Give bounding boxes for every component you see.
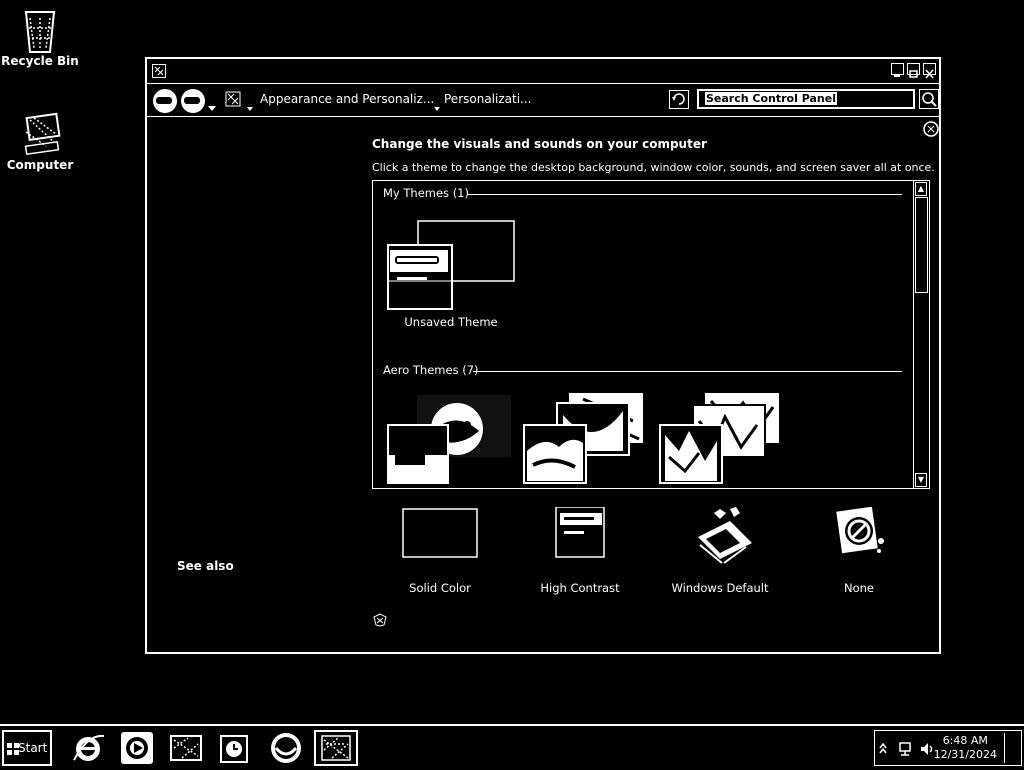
volume-icon[interactable] bbox=[919, 741, 935, 761]
theme-list-scrollbar[interactable]: ▲ ▼ bbox=[913, 181, 929, 488]
personalization-window: Appearance and Personaliz... Personaliza… bbox=[145, 57, 941, 654]
theme-aero-1[interactable] bbox=[387, 391, 513, 487]
system-tray: 6:48 AM 12/31/2024 bbox=[874, 730, 1022, 766]
breadcrumb-chevron[interactable] bbox=[247, 97, 253, 116]
search-icon bbox=[919, 89, 939, 109]
clock-time: 6:48 AM bbox=[942, 734, 988, 747]
breadcrumb-chevron[interactable] bbox=[434, 97, 440, 116]
show-hidden-icons-button[interactable] bbox=[879, 741, 887, 760]
browser-icon[interactable] bbox=[268, 730, 304, 766]
page-title: Change the visuals and sounds on your co… bbox=[372, 137, 707, 151]
theme-unsaved[interactable]: Unsaved Theme bbox=[387, 219, 515, 331]
chevron-down-icon bbox=[208, 106, 216, 111]
theme-preview bbox=[387, 220, 515, 310]
scroll-down-button[interactable]: ▼ bbox=[915, 473, 927, 487]
solid-color-icon bbox=[402, 508, 478, 558]
theme-label: Unsaved Theme bbox=[404, 315, 498, 329]
theme-windows-default[interactable]: Windows Default bbox=[660, 507, 780, 595]
back-button[interactable] bbox=[153, 89, 177, 113]
help-icon bbox=[923, 121, 939, 137]
see-also-heading: See also bbox=[177, 559, 234, 573]
theme-label: None bbox=[843, 581, 874, 595]
theme-label: Windows Default bbox=[671, 581, 769, 595]
desktop-icon-label: Recycle Bin bbox=[1, 54, 79, 68]
recycle-bin-icon bbox=[20, 8, 60, 53]
maximize-button[interactable] bbox=[907, 63, 920, 78]
desktop-icon-recycle-bin[interactable]: Recycle Bin bbox=[0, 8, 80, 68]
desktop-icon-label: Computer bbox=[6, 158, 74, 172]
internet-explorer-icon[interactable] bbox=[70, 730, 106, 766]
refresh-icon bbox=[672, 93, 685, 105]
group-divider bbox=[473, 371, 902, 372]
page-description: Click a theme to change the desktop back… bbox=[372, 161, 935, 174]
clock[interactable]: 6:48 AM 12/31/2024 bbox=[934, 734, 997, 762]
theme-preview bbox=[523, 393, 643, 484]
network-icon[interactable] bbox=[897, 741, 913, 761]
address-bar: Appearance and Personaliz... Personaliza… bbox=[147, 83, 939, 117]
theme-solid-color[interactable]: Solid Color bbox=[380, 507, 500, 595]
theme-label: High Contrast bbox=[540, 581, 620, 595]
chevron-up-icon bbox=[879, 742, 887, 754]
media-player-icon[interactable] bbox=[119, 730, 155, 766]
high-contrast-icon bbox=[555, 506, 605, 558]
recent-pages-dropdown[interactable] bbox=[208, 97, 216, 116]
chevron-down-icon bbox=[434, 107, 440, 111]
theme-list[interactable]: My Themes (1) Unsaved Theme Aero Themes … bbox=[372, 180, 930, 489]
start-label: Start bbox=[18, 741, 48, 755]
breadcrumb-appearance[interactable]: Appearance and Personaliz... bbox=[260, 92, 434, 106]
title-bar[interactable] bbox=[147, 59, 939, 81]
control-panel-icon bbox=[152, 63, 166, 78]
minimize-button[interactable] bbox=[891, 63, 904, 77]
chevron-down-icon bbox=[247, 107, 253, 111]
theme-label: Solid Color bbox=[409, 581, 471, 595]
clock-date: 12/31/2024 bbox=[933, 748, 997, 761]
search-input[interactable]: Search Control Panel bbox=[697, 89, 915, 109]
windows-logo-icon bbox=[7, 743, 19, 755]
breadcrumb-personalization[interactable]: Personalizati... bbox=[444, 92, 531, 106]
control-panel-taskbar-button[interactable] bbox=[314, 730, 358, 766]
computer-icon bbox=[20, 112, 61, 156]
windows-default-icon bbox=[698, 507, 752, 564]
theme-aero-2[interactable] bbox=[523, 391, 649, 487]
scroll-thumb[interactable] bbox=[915, 197, 928, 293]
theme-high-contrast[interactable]: High Contrast bbox=[520, 506, 640, 595]
no-theme-icon bbox=[836, 506, 884, 554]
control-panel-icon bbox=[321, 735, 351, 761]
file-explorer-icon[interactable] bbox=[168, 730, 204, 766]
group-divider bbox=[468, 194, 902, 195]
start-button[interactable]: Start bbox=[2, 730, 52, 766]
group-header-my-themes: My Themes (1) bbox=[383, 186, 469, 200]
scroll-up-button[interactable]: ▲ bbox=[915, 182, 927, 196]
close-button[interactable] bbox=[923, 63, 936, 79]
refresh-button[interactable] bbox=[669, 90, 689, 109]
help-button[interactable] bbox=[923, 121, 939, 141]
clock-app-icon[interactable] bbox=[217, 730, 253, 766]
theme-preview bbox=[387, 395, 511, 484]
theme-preview bbox=[659, 393, 779, 484]
theme-aero-3[interactable] bbox=[659, 391, 785, 487]
theme-none[interactable]: None bbox=[799, 506, 919, 595]
group-header-aero-themes: Aero Themes (7) bbox=[383, 363, 479, 377]
show-desktop-button[interactable] bbox=[1004, 733, 1019, 763]
shield-icon[interactable] bbox=[373, 612, 387, 631]
taskbar: Start 6:48 AM 12/31/2024 bbox=[0, 724, 1024, 768]
desktop-icon-computer[interactable]: Computer bbox=[0, 112, 80, 172]
forward-button[interactable] bbox=[181, 89, 205, 113]
search-button[interactable] bbox=[919, 89, 939, 113]
control-panel-icon bbox=[225, 91, 241, 111]
